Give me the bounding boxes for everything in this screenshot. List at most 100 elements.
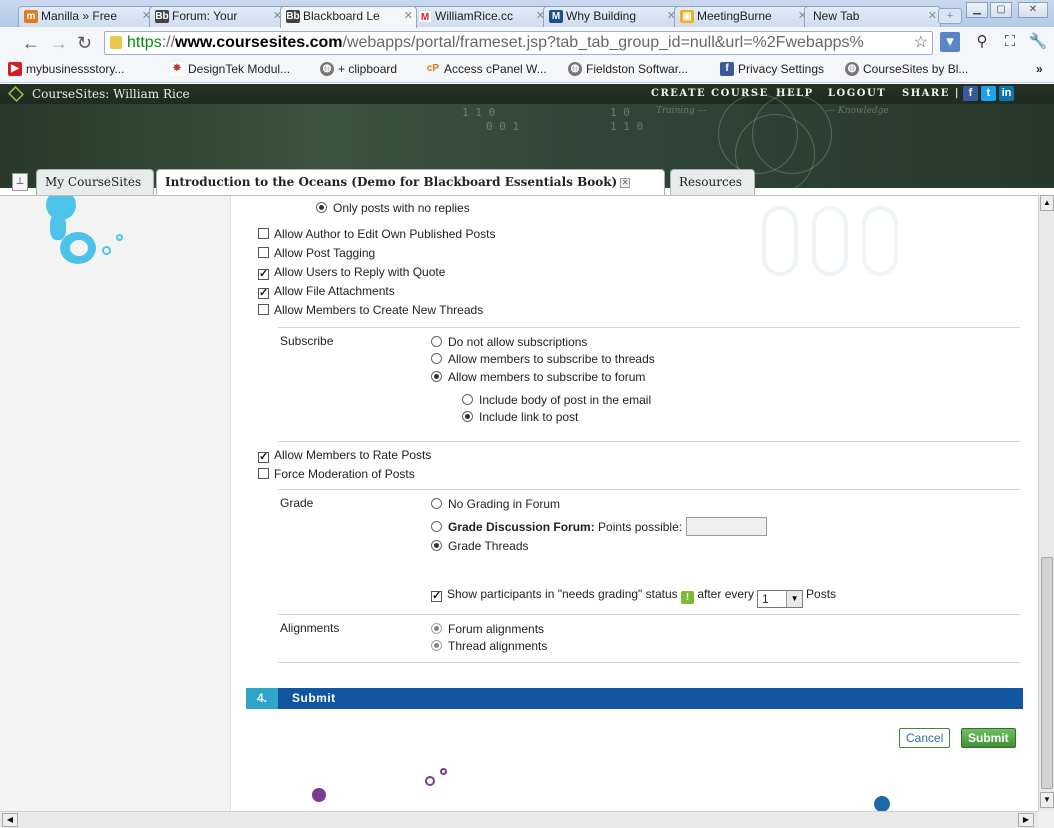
radio-button[interactable] <box>431 623 442 634</box>
new-tab-button[interactable]: + <box>938 8 962 24</box>
close-icon[interactable]: ✕ <box>620 177 631 188</box>
checkbox-rate-posts[interactable]: ✓ Allow Members to Rate Posts <box>258 447 431 463</box>
linkedin-icon[interactable]: in <box>999 86 1014 101</box>
option-label: Allow Users to Reply with Quote <box>274 265 446 279</box>
grade-threads-option[interactable]: Grade Threads <box>431 538 529 554</box>
points-possible-input[interactable] <box>686 517 768 536</box>
browser-tab-meetingburner[interactable]: ▣ MeetingBurne ✕ <box>674 6 811 27</box>
grade-forum-option[interactable]: Grade Discussion Forum: Points possible: <box>431 517 768 536</box>
cancel-button[interactable]: Cancel <box>899 728 951 748</box>
radio-button[interactable] <box>431 498 442 509</box>
posts-count-select[interactable]: 1 ▼ <box>757 590 804 608</box>
bookmark-coursesites[interactable]: ◍ CourseSites by Bl... <box>845 57 968 81</box>
wrench-icon[interactable]: 🔧 <box>1028 32 1048 52</box>
facebook-icon[interactable]: f <box>963 86 978 101</box>
maximize-button[interactable]: ▢ <box>990 2 1012 18</box>
twitter-icon[interactable]: t <box>981 86 996 101</box>
bookmarks-overflow-button[interactable]: » <box>1036 57 1043 81</box>
browser-tab-manilla[interactable]: m Manilla » Free ✕ <box>18 6 155 27</box>
bookmark-fieldston[interactable]: ◍ Fieldston Softwar... <box>568 57 688 81</box>
scroll-down-icon[interactable]: ▼ <box>1040 792 1054 808</box>
browser-tab-why-building[interactable]: M Why Building ✕ <box>543 6 680 27</box>
checkbox-post-tagging[interactable]: Allow Post Tagging <box>258 245 375 261</box>
option-label: Only posts with no replies <box>333 201 470 215</box>
include-link-option[interactable]: Include link to post <box>462 409 578 425</box>
checkbox-create-threads[interactable]: Allow Members to Create New Threads <box>258 302 483 318</box>
checkbox[interactable] <box>258 247 269 258</box>
scroll-left-icon[interactable]: ◀ <box>2 813 18 827</box>
checkbox-file-attachments[interactable]: ✓ Allow File Attachments <box>258 283 395 299</box>
include-body-option[interactable]: Include body of post in the email <box>462 392 651 408</box>
checkbox-checked[interactable]: ✓ <box>431 591 442 602</box>
section-divider <box>278 327 1020 328</box>
subscribe-forum-option[interactable]: Allow members to subscribe to forum <box>431 369 645 385</box>
checkbox[interactable] <box>258 304 269 315</box>
checkbox-checked[interactable]: ✓ <box>258 452 269 463</box>
scrollbar-thumb[interactable] <box>1041 557 1053 789</box>
forward-icon[interactable]: → <box>50 33 68 53</box>
section-divider <box>278 441 1020 442</box>
browser-tab-forum[interactable]: Bb Forum: Your ✕ <box>149 6 286 27</box>
bookmark-cpanel[interactable]: cP Access cPanel W... <box>424 57 547 81</box>
forum-alignments-option[interactable]: Forum alignments <box>431 621 544 637</box>
scroll-up-icon[interactable]: ▲ <box>1040 195 1054 211</box>
close-icon[interactable]: ✕ <box>928 7 937 26</box>
radio-button[interactable] <box>431 521 442 532</box>
bookmark-clipboard[interactable]: ◍ + clipboard <box>320 57 397 81</box>
horizontal-scrollbar[interactable]: ◀ ▶ <box>0 811 1038 828</box>
address-bar[interactable]: https://www.coursesites.com/webapps/port… <box>104 31 933 55</box>
subscribe-none-option[interactable]: Do not allow subscriptions <box>431 334 587 350</box>
checkbox-force-moderation[interactable]: Force Moderation of Posts <box>258 466 415 482</box>
section-divider <box>278 662 1020 663</box>
create-course-link[interactable]: CREATE COURSE <box>651 84 769 104</box>
back-icon[interactable]: ← <box>22 33 40 53</box>
bookmark-mybusinessstory[interactable]: ▶ mybusinessstory... <box>8 57 124 81</box>
extension-icon[interactable]: ▾ <box>940 32 960 52</box>
browser-tab-blackboard[interactable]: Bb Blackboard Le ✕ <box>280 6 417 28</box>
only-no-replies-option[interactable]: Only posts with no replies <box>316 200 470 216</box>
help-link[interactable]: HELP <box>776 84 814 104</box>
bookmarks-bar: ▶ mybusinessstory... ✸ DesignTek Modul... … <box>0 57 1054 81</box>
checkbox-edit-own-posts[interactable]: Allow Author to Edit Own Published Posts <box>258 226 495 242</box>
option-label: Forum alignments <box>448 622 545 636</box>
checkbox-checked[interactable]: ✓ <box>258 288 269 299</box>
radio-button[interactable] <box>462 394 473 405</box>
radio-button[interactable] <box>316 202 327 213</box>
checkbox[interactable] <box>258 228 269 239</box>
thread-alignments-option[interactable]: Thread alignments <box>431 638 547 654</box>
coursesites-brand[interactable]: CourseSites: William Rice <box>32 84 190 104</box>
bookmark-designtek[interactable]: ✸ DesignTek Modul... <box>170 57 290 81</box>
checkbox[interactable] <box>258 468 269 479</box>
radio-button[interactable] <box>431 371 442 382</box>
tab-resources[interactable]: Resources <box>670 169 755 195</box>
radio-button[interactable] <box>462 411 473 422</box>
radio-button[interactable] <box>431 336 442 347</box>
close-window-button[interactable]: ✕ <box>1018 2 1048 18</box>
no-grading-option[interactable]: No Grading in Forum <box>431 496 560 512</box>
checkbox-reply-with-quote[interactable]: ✓ Allow Users to Reply with Quote <box>258 264 445 280</box>
cpanel-icon: cP <box>426 63 440 74</box>
browser-tab-williamrice[interactable]: M WilliamRice.cc ✕ <box>412 6 549 27</box>
tool-extension-icon[interactable]: ⚲ <box>972 32 992 52</box>
radio-button[interactable] <box>431 540 442 551</box>
needs-grading-setting: ✓ Show participants in "needs grading" st… <box>431 586 836 608</box>
logout-link[interactable]: LOGOUT <box>828 84 886 104</box>
tab-current-course[interactable]: Introduction to the Oceans (Demo for Bla… <box>156 169 665 196</box>
subscribe-threads-option[interactable]: Allow members to subscribe to threads <box>431 351 655 367</box>
minimize-button[interactable]: ▁ <box>966 2 988 18</box>
bookmark-star-icon[interactable]: ☆ <box>914 32 928 54</box>
browser-tab-newtab[interactable]: New Tab ✕ <box>804 6 941 27</box>
option-label: Allow Author to Edit Own Published Posts <box>274 227 496 241</box>
fullscreen-icon[interactable]: ⛶ <box>1000 32 1020 52</box>
radio-button[interactable] <box>431 640 442 651</box>
checkbox-checked[interactable]: ✓ <box>258 269 269 280</box>
reload-icon[interactable]: ↻ <box>77 33 92 53</box>
submit-button[interactable]: Submit <box>961 728 1016 748</box>
tab-my-coursesites[interactable]: My CourseSites <box>36 169 154 195</box>
scroll-right-icon[interactable]: ▶ <box>1018 813 1034 827</box>
decorative-bubble <box>102 246 111 255</box>
radio-button[interactable] <box>431 353 442 364</box>
vertical-scrollbar[interactable]: ▲ ▼ <box>1038 195 1054 811</box>
bookmark-privacy-settings[interactable]: f Privacy Settings <box>720 57 824 81</box>
close-icon[interactable]: ✕ <box>404 7 413 26</box>
